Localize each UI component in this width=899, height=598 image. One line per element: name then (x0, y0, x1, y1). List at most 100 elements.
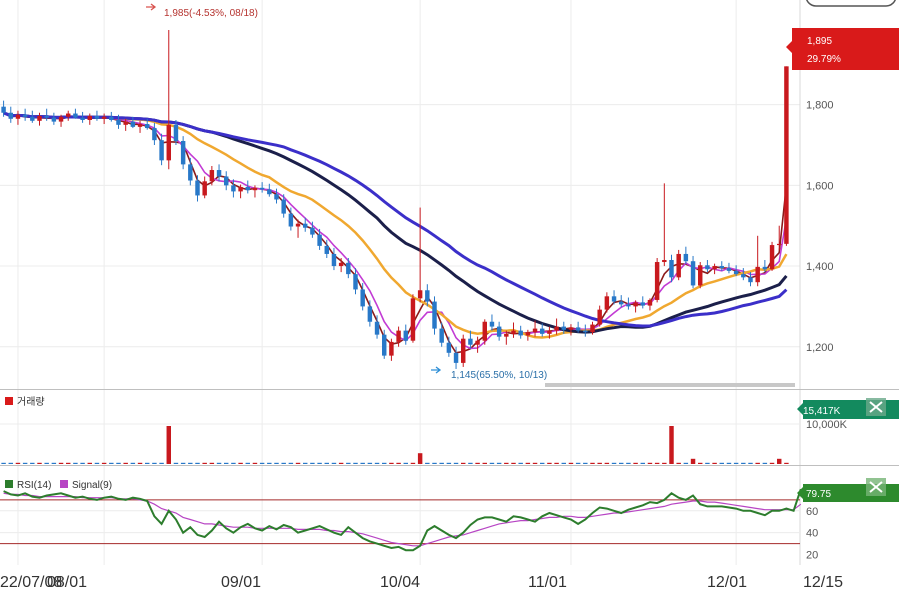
candle-body[interactable] (324, 245, 329, 254)
candle-body[interactable] (611, 296, 617, 302)
candle-body[interactable] (726, 268, 732, 271)
candle-body[interactable] (123, 121, 128, 125)
candle-body[interactable] (468, 338, 473, 345)
candle-body[interactable] (676, 253, 681, 278)
candle-body[interactable] (461, 338, 466, 363)
candle-body[interactable] (58, 116, 64, 122)
candle-body[interactable] (489, 321, 495, 327)
candle-body[interactable] (690, 261, 696, 286)
candle-body[interactable] (597, 309, 602, 325)
candle-body[interactable] (159, 140, 164, 161)
candle-body[interactable] (777, 243, 782, 246)
candle-body[interactable] (202, 181, 207, 196)
candle-body[interactable] (683, 253, 689, 262)
candle-body[interactable] (331, 253, 337, 267)
price-scrollbar[interactable] (545, 383, 795, 387)
candle-body[interactable] (417, 290, 423, 299)
candle-body[interactable] (360, 289, 365, 307)
candle-body[interactable] (152, 128, 157, 141)
candle-body[interactable] (231, 185, 236, 192)
candle-body[interactable] (583, 330, 588, 333)
candle-body[interactable] (109, 116, 114, 120)
candle-body[interactable] (389, 341, 394, 356)
candle-body[interactable] (525, 332, 531, 336)
candle-body[interactable] (8, 112, 13, 119)
candle-body[interactable] (116, 119, 121, 125)
candle-body[interactable] (604, 296, 610, 310)
candle-body[interactable] (705, 265, 710, 270)
candle-body[interactable] (267, 189, 272, 195)
candle-body[interactable] (288, 213, 294, 227)
candle-body[interactable] (496, 326, 502, 337)
candle-body[interactable] (511, 330, 516, 334)
candle-body[interactable] (403, 330, 408, 341)
candle-body[interactable] (640, 302, 645, 306)
candle-body[interactable] (224, 176, 229, 186)
candle-body[interactable] (310, 227, 315, 235)
candle-body[interactable] (1, 106, 6, 113)
candle-body[interactable] (66, 113, 71, 117)
stock-chart[interactable]: 1,8001,6001,4001,200 10,000K 거래량 604020 … (0, 0, 899, 598)
candle-body[interactable] (37, 115, 42, 121)
candle-body[interactable] (295, 223, 301, 227)
candle-body[interactable] (180, 140, 186, 165)
candle-body[interactable] (252, 187, 258, 191)
candle-body[interactable] (654, 262, 660, 300)
candle-body[interactable] (540, 328, 545, 334)
candle-body[interactable] (769, 245, 775, 270)
candle-body[interactable] (382, 334, 387, 356)
candle-body[interactable] (446, 342, 452, 353)
candle-body[interactable] (575, 327, 581, 331)
candle-body[interactable] (145, 124, 150, 129)
candle-body[interactable] (15, 114, 21, 119)
candle-body[interactable] (338, 262, 344, 267)
candle-body[interactable] (748, 277, 753, 283)
candle-body[interactable] (755, 266, 760, 283)
candle-body[interactable] (518, 330, 523, 336)
candle-body[interactable] (762, 266, 768, 270)
candle-body[interactable] (44, 115, 49, 118)
candle-body[interactable] (439, 328, 444, 343)
candle-body[interactable] (166, 124, 171, 161)
candle-body[interactable] (561, 326, 566, 330)
period-selector-button[interactable] (806, 0, 896, 7)
candle-body[interactable] (367, 306, 373, 322)
candle-body[interactable] (216, 170, 222, 177)
candle-body[interactable] (317, 234, 322, 246)
candle-body[interactable] (619, 301, 624, 305)
candle-body[interactable] (482, 321, 487, 341)
candle-body[interactable] (733, 270, 739, 275)
candle-body[interactable] (741, 274, 746, 278)
candle-body[interactable] (784, 66, 789, 244)
candle-body[interactable] (94, 115, 100, 119)
candle-body[interactable] (73, 113, 78, 118)
candle-body[interactable] (30, 116, 35, 121)
candle-body[interactable] (547, 330, 552, 334)
candle-body[interactable] (374, 321, 380, 335)
candle-body[interactable] (712, 266, 717, 270)
candle-body[interactable] (719, 266, 724, 269)
candle-body[interactable] (195, 180, 200, 196)
candle-body[interactable] (80, 117, 85, 120)
candle-body[interactable] (568, 327, 574, 330)
candle-body[interactable] (209, 170, 215, 182)
candle-body[interactable] (633, 302, 638, 307)
candle-body[interactable] (130, 121, 136, 127)
candle-body[interactable] (238, 186, 243, 192)
candle-body[interactable] (353, 274, 358, 290)
candle-body[interactable] (662, 260, 667, 263)
candle-body[interactable] (303, 223, 308, 228)
candle-body[interactable] (245, 186, 250, 191)
candle-body[interactable] (274, 194, 279, 200)
candle-body[interactable] (504, 333, 509, 337)
candle-body[interactable] (590, 324, 595, 333)
candle-body[interactable] (669, 260, 674, 278)
candle-body[interactable] (554, 326, 559, 331)
candle-body[interactable] (188, 164, 193, 181)
candle-body[interactable] (51, 117, 57, 122)
candle-body[interactable] (698, 265, 703, 286)
candle-body[interactable] (532, 328, 538, 333)
candle-body[interactable] (626, 304, 631, 307)
candle-body[interactable] (22, 114, 28, 117)
candle-body[interactable] (453, 352, 459, 363)
